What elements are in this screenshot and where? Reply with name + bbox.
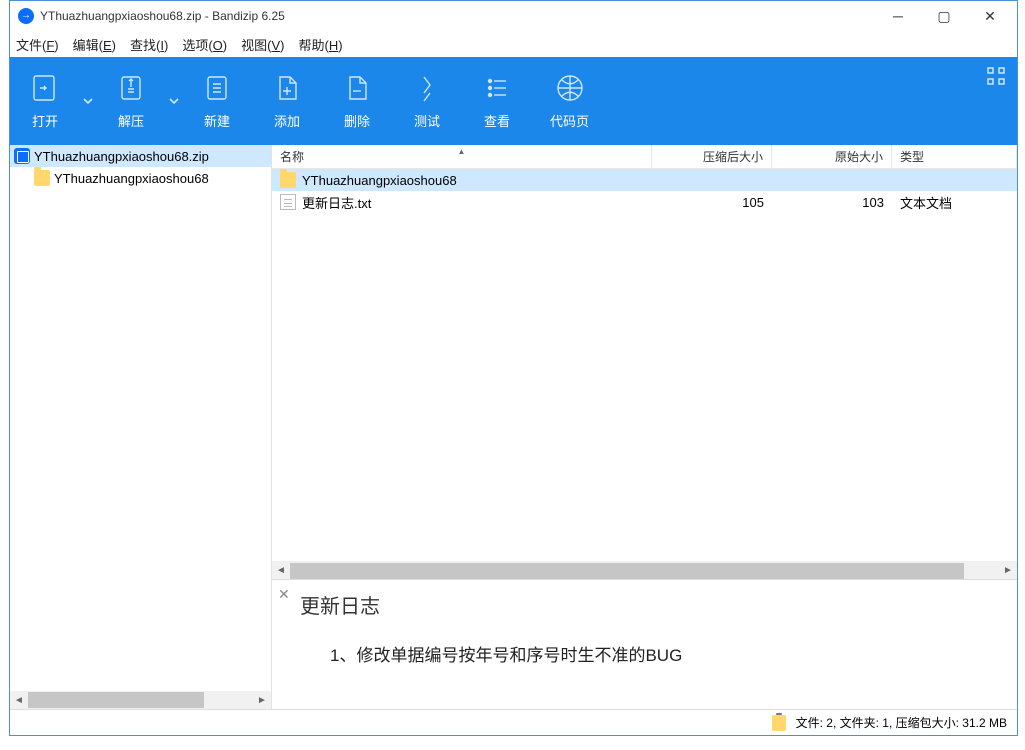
- scroll-left-icon[interactable]: ◄: [10, 691, 28, 709]
- add-icon: [270, 71, 304, 105]
- toolbar-extract[interactable]: 解压: [96, 57, 166, 145]
- extract-icon: [114, 71, 148, 105]
- delete-icon: [340, 71, 374, 105]
- file-list[interactable]: YThuazhuangpxiaoshou68 更新日志.txt 105103文本文档: [272, 169, 1017, 561]
- statusbar: 文件: 2, 文件夹: 1, 压缩包大小: 31.2 MB: [10, 709, 1017, 735]
- menu-edit[interactable]: 编辑(E): [73, 35, 116, 54]
- app-icon: [18, 8, 34, 24]
- toolbar-open-dropdown[interactable]: [80, 96, 96, 106]
- list-hscrollbar[interactable]: ◄ ►: [272, 561, 1017, 579]
- preview-line: 1、修改单据编号按年号和序号时生不准的BUG: [286, 641, 1003, 666]
- zip-icon: [14, 148, 30, 164]
- col-original[interactable]: 原始大小: [772, 145, 892, 168]
- app-window: YThuazhuangpxiaoshou68.zip - Bandizip 6.…: [9, 0, 1018, 736]
- preview-panel: ✕ 更新日志 1、修改单据编号按年号和序号时生不准的BUG: [272, 579, 1017, 709]
- file-type: 文本文档: [892, 193, 1017, 212]
- col-type[interactable]: 类型: [892, 145, 1017, 168]
- status-archive-icon: [772, 715, 786, 731]
- toolbar-appgrid-icon[interactable]: [987, 67, 1005, 90]
- tree-body[interactable]: YThuazhuangpxiaoshou68.zip YThuazhuangpx…: [10, 145, 271, 691]
- toolbar-codepage[interactable]: 代码页: [532, 57, 607, 145]
- file-name: YThuazhuangpxiaoshou68: [302, 173, 457, 188]
- maximize-button[interactable]: ▢: [921, 1, 967, 31]
- text-file-icon: [280, 194, 296, 210]
- preview-title: 更新日志: [286, 590, 1003, 619]
- menu-help[interactable]: 帮助(H): [298, 35, 342, 54]
- file-original-size: 103: [772, 195, 892, 210]
- codepage-icon: [553, 71, 587, 105]
- menu-file[interactable]: 文件(F): [16, 35, 59, 54]
- file-name: 更新日志.txt: [302, 193, 371, 212]
- toolbar-add[interactable]: 添加: [252, 57, 322, 145]
- minimize-button[interactable]: ─: [875, 1, 921, 31]
- tree-panel: YThuazhuangpxiaoshou68.zip YThuazhuangpx…: [10, 145, 272, 709]
- status-text: 文件: 2, 文件夹: 1, 压缩包大小: 31.2 MB: [796, 714, 1007, 731]
- new-icon: [200, 71, 234, 105]
- preview-close-button[interactable]: ✕: [278, 586, 290, 603]
- scroll-right-icon[interactable]: ►: [999, 562, 1017, 580]
- open-icon: [28, 71, 62, 105]
- scroll-right-icon[interactable]: ►: [253, 691, 271, 709]
- scroll-thumb[interactable]: [28, 692, 204, 708]
- toolbar-extract-dropdown[interactable]: [166, 96, 182, 106]
- test-icon: [410, 71, 444, 105]
- col-name[interactable]: 名称 ▲: [272, 145, 652, 168]
- toolbar-view[interactable]: 查看: [462, 57, 532, 145]
- main-area: YThuazhuangpxiaoshou68.zip YThuazhuangpx…: [10, 145, 1017, 709]
- table-row[interactable]: 更新日志.txt 105103文本文档: [272, 191, 1017, 213]
- window-title: YThuazhuangpxiaoshou68.zip - Bandizip 6.…: [40, 9, 285, 23]
- sort-asc-icon: ▲: [458, 147, 466, 156]
- toolbar: 打开 解压 新建 添加 删除 测试 查看 代: [10, 57, 1017, 145]
- tree-root[interactable]: YThuazhuangpxiaoshou68.zip: [10, 145, 271, 167]
- menu-view[interactable]: 视图(V): [241, 35, 284, 54]
- menu-find[interactable]: 查找(I): [130, 35, 168, 54]
- content-panel: 名称 ▲ 压缩后大小 原始大小 类型 YThuazhuangpxiaoshou6…: [272, 145, 1017, 709]
- file-compressed-size: 105: [652, 195, 772, 210]
- view-icon: [480, 71, 514, 105]
- toolbar-open[interactable]: 打开: [10, 57, 80, 145]
- titlebar: YThuazhuangpxiaoshou68.zip - Bandizip 6.…: [10, 1, 1017, 31]
- list-header: 名称 ▲ 压缩后大小 原始大小 类型: [272, 145, 1017, 169]
- col-compressed[interactable]: 压缩后大小: [652, 145, 772, 168]
- tree-hscrollbar[interactable]: ◄ ►: [10, 691, 271, 709]
- folder-icon: [280, 172, 296, 188]
- menubar: 文件(F) 编辑(E) 查找(I) 选项(O) 视图(V) 帮助(H): [10, 31, 1017, 57]
- menu-options[interactable]: 选项(O): [182, 35, 227, 54]
- toolbar-delete[interactable]: 删除: [322, 57, 392, 145]
- close-button[interactable]: ✕: [967, 1, 1013, 31]
- folder-icon: [34, 170, 50, 186]
- toolbar-new[interactable]: 新建: [182, 57, 252, 145]
- scroll-thumb[interactable]: [290, 563, 964, 579]
- tree-root-label: YThuazhuangpxiaoshou68.zip: [34, 149, 209, 164]
- scroll-left-icon[interactable]: ◄: [272, 562, 290, 580]
- table-row[interactable]: YThuazhuangpxiaoshou68: [272, 169, 1017, 191]
- tree-child[interactable]: YThuazhuangpxiaoshou68: [10, 167, 271, 189]
- toolbar-test[interactable]: 测试: [392, 57, 462, 145]
- tree-child-label: YThuazhuangpxiaoshou68: [54, 171, 209, 186]
